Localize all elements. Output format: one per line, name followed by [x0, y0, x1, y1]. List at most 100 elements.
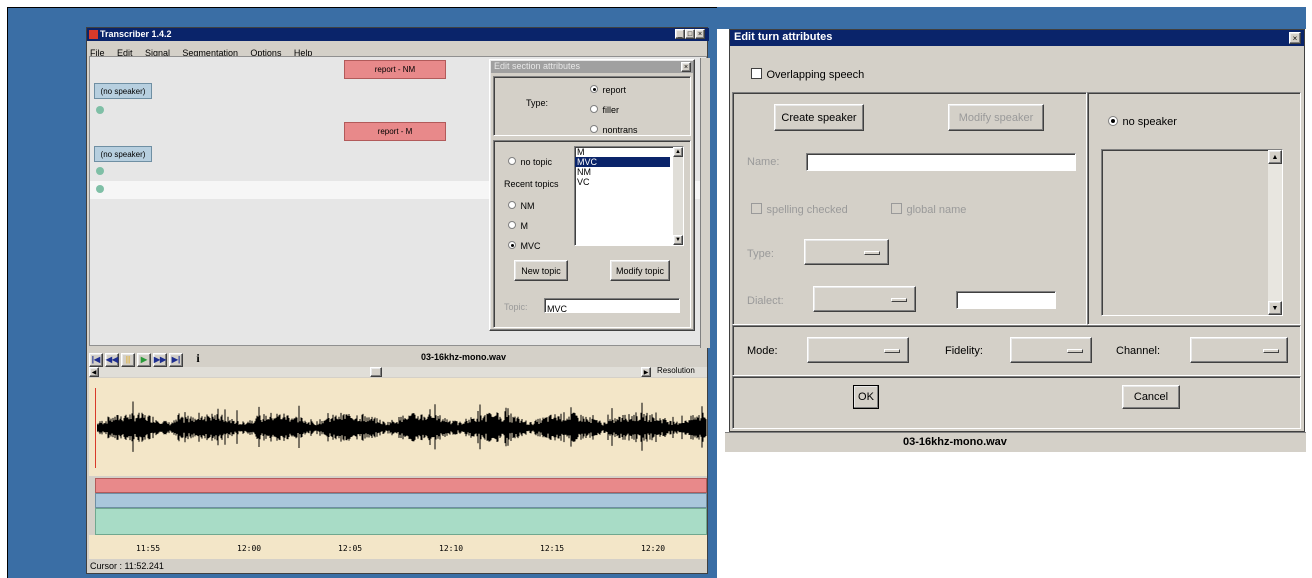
topic-listbox[interactable]: M MVC NM VC ▲ ▼	[574, 146, 684, 246]
turn-dialog-filename-bar: 03-16khz-mono.wav	[725, 432, 1306, 452]
dialog-close-button[interactable]: ×	[681, 62, 691, 72]
turn-marker[interactable]	[96, 167, 104, 175]
scroll-thumb[interactable]	[370, 367, 382, 377]
radio-no-topic[interactable]: no topic	[508, 152, 552, 170]
type-radio-report[interactable]: report	[590, 80, 626, 98]
recent-topic-mvc[interactable]: MVC	[508, 236, 540, 254]
mode-dropdown[interactable]	[807, 337, 909, 363]
turn-dialog-title: Edit turn attributes	[734, 31, 833, 43]
dropdown-icon	[864, 251, 880, 255]
turn-band[interactable]	[95, 508, 707, 535]
speaker-button-1[interactable]: (no speaker)	[94, 83, 152, 99]
overlapping-speech-checkbox[interactable]: Overlapping speech	[751, 65, 864, 83]
checkbox-icon	[751, 68, 762, 80]
menu-bar: File Edit Signal Segmentation Options He…	[90, 43, 320, 58]
dialect-input[interactable]	[956, 291, 1056, 309]
time-tick: 12:15	[540, 544, 565, 553]
checkbox-icon	[751, 203, 762, 215]
radio-selected-icon	[590, 84, 598, 93]
dialect-label: Dialect:	[747, 295, 784, 307]
type-radio-nontrans[interactable]: nontrans	[590, 120, 637, 138]
scroll-down-icon[interactable]: ▼	[1268, 301, 1282, 315]
button-group	[732, 376, 1301, 429]
speaker-list-scrollbar[interactable]: ▲ ▼	[1268, 150, 1282, 315]
resolution-label: Resolution	[657, 366, 695, 375]
minimize-button[interactable]: _	[675, 29, 685, 39]
recent-topic-nm[interactable]: NM	[508, 196, 534, 214]
type-label: Type:	[747, 248, 774, 260]
fast-forward-icon[interactable]: ▶▶	[153, 352, 167, 367]
new-topic-button[interactable]: New topic	[514, 260, 568, 281]
section-attributes-dialog: Edit section attributes × Type: report f…	[489, 59, 695, 331]
type-label: Type:	[526, 98, 549, 108]
player-filename: 03-16khz-mono.wav	[421, 352, 507, 362]
no-speaker-radio[interactable]: no speaker	[1108, 112, 1177, 130]
section-band[interactable]	[95, 478, 707, 493]
close-button[interactable]: ×	[695, 29, 705, 39]
play-icon[interactable]: ▶	[137, 352, 151, 367]
recent-topic-m[interactable]: M	[508, 216, 528, 234]
ok-button[interactable]: OK	[853, 385, 879, 409]
speaker-button-2[interactable]: (no speaker)	[94, 146, 152, 162]
skip-end-icon[interactable]: ▶|	[169, 352, 183, 367]
scroll-down-icon[interactable]: ▼	[673, 235, 683, 245]
dropdown-icon	[884, 349, 900, 353]
fidelity-dropdown[interactable]	[1010, 337, 1092, 363]
title-bar: Transcriber 1.4.2 _ □ ×	[87, 28, 709, 41]
scroll-left-icon[interactable]: ◀	[89, 367, 99, 377]
fidelity-label: Fidelity:	[945, 345, 983, 357]
skip-start-icon[interactable]: |◀	[89, 352, 103, 367]
speaker-listbox[interactable]: ▲ ▼	[1101, 149, 1283, 316]
time-tick: 12:00	[237, 544, 262, 553]
speaker-band[interactable]	[95, 493, 707, 508]
pause-icon[interactable]: ||	[121, 352, 135, 367]
type-dropdown[interactable]	[804, 239, 889, 265]
radio-icon	[590, 104, 598, 113]
recent-topics-label: Recent topics	[504, 179, 559, 189]
topic-list-item[interactable]: VC	[575, 177, 683, 187]
topic-input[interactable]: MVC	[544, 298, 680, 314]
topic-list-item-selected[interactable]: MVC	[575, 157, 670, 167]
cancel-button[interactable]: Cancel	[1122, 385, 1180, 409]
dropdown-icon	[1067, 349, 1083, 353]
channel-label: Channel:	[1116, 345, 1161, 357]
rewind-icon[interactable]: ◀◀	[105, 352, 119, 367]
scroll-up-icon[interactable]: ▲	[1268, 150, 1282, 164]
global-name-checkbox[interactable]: global name	[891, 200, 966, 218]
section-button-m[interactable]: report - M	[344, 122, 446, 141]
type-radio-filler[interactable]: filler	[590, 100, 619, 118]
scroll-right-icon[interactable]: ▶	[641, 367, 651, 377]
turn-dialog-filename: 03-16khz-mono.wav	[903, 436, 1007, 448]
mode-label: Mode:	[747, 345, 778, 357]
maximize-button[interactable]: □	[685, 29, 695, 39]
name-input[interactable]	[806, 153, 1076, 171]
scroll-up-icon[interactable]: ▲	[673, 147, 683, 157]
radio-icon	[590, 124, 598, 133]
modify-topic-button[interactable]: Modify topic	[610, 260, 670, 281]
waveform-trace	[97, 401, 707, 452]
list-scrollbar[interactable]: ▲ ▼	[673, 147, 683, 245]
time-tick: 12:05	[338, 544, 363, 553]
checkbox-icon	[891, 203, 902, 215]
channel-dropdown[interactable]	[1190, 337, 1288, 363]
section-button-nm[interactable]: report - NM	[344, 60, 446, 79]
topic-list-item[interactable]: NM	[575, 167, 683, 177]
turn-marker[interactable]	[96, 106, 104, 114]
horizontal-scrollbar[interactable]: ◀ ▶ Resolution	[89, 366, 707, 377]
waveform-panel[interactable]	[89, 378, 707, 476]
info-icon[interactable]: i	[191, 351, 205, 366]
time-tick: 12:10	[439, 544, 464, 553]
dialect-dropdown[interactable]	[813, 286, 916, 312]
time-tick: 11:55	[136, 544, 161, 553]
turn-marker[interactable]	[96, 185, 104, 193]
radio-icon	[508, 220, 516, 229]
spelling-checked-checkbox[interactable]: spelling checked	[751, 200, 848, 218]
modify-speaker-button[interactable]: Modify speaker	[948, 104, 1044, 131]
topic-list-item[interactable]: M	[575, 147, 683, 157]
topic-label: Topic:	[504, 302, 528, 312]
app-icon	[89, 30, 98, 39]
create-speaker-button[interactable]: Create speaker	[774, 104, 864, 131]
window-title: Transcriber 1.4.2	[100, 29, 172, 39]
dialog-title-bar: Edit section attributes ×	[491, 61, 693, 73]
turn-dialog-close-button[interactable]: ×	[1289, 32, 1301, 44]
